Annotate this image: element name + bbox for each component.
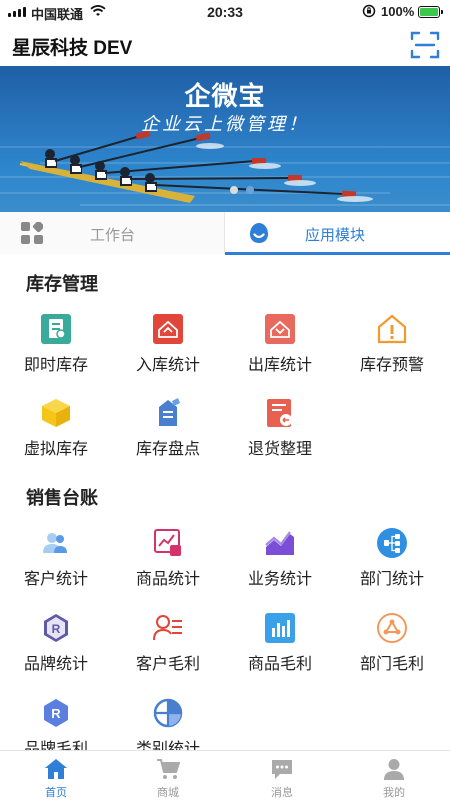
cart-icon: [157, 759, 180, 779]
rotation-lock-icon: [362, 4, 376, 21]
module-label: 入库统计: [135, 357, 200, 374]
section-title-sales: 销售台账: [26, 488, 98, 508]
module-label: 部门毛利: [359, 656, 424, 673]
module-tabs: 工作台 应用模块: [0, 212, 450, 255]
status-bar: 中国联通 20:33 100%: [0, 0, 450, 24]
module-label: 退货整理: [247, 441, 312, 458]
module-label: 库存预警: [359, 357, 424, 374]
svg-text:R: R: [51, 706, 61, 721]
banner-dot: [246, 186, 254, 194]
module-brand-stats[interactable]: R 品牌统计: [0, 612, 112, 692]
scan-icon[interactable]: [410, 30, 440, 60]
department-profit-icon: [377, 613, 407, 643]
page-title: 星辰科技 DEV: [12, 38, 133, 59]
module-label: 库存盘点: [135, 441, 200, 458]
module-inbound-stats[interactable]: 入库统计: [112, 313, 224, 393]
module-label: 品牌统计: [23, 656, 88, 673]
module-label: 即时库存: [23, 357, 88, 374]
banner-dot-active: [230, 186, 238, 194]
module-category-stats[interactable]: 类别统计: [112, 697, 224, 750]
module-label: 客户毛利: [135, 656, 200, 673]
grid-icon: [21, 222, 43, 244]
module-label: 商品毛利: [247, 656, 312, 673]
module-label: 品牌毛利: [23, 741, 88, 750]
svg-text:R: R: [52, 622, 61, 636]
cloud-smile-icon: [250, 223, 268, 243]
module-stock-warning[interactable]: 库存预警: [336, 313, 448, 393]
module-label: 客户统计: [23, 571, 88, 588]
department-icon: [377, 528, 407, 558]
tabbar-label: 消息: [271, 787, 293, 799]
module-label: 类别统计: [135, 741, 200, 750]
tab-workbench[interactable]: 工作台: [0, 212, 225, 254]
message-icon: [272, 760, 292, 779]
modules-content[interactable]: 库存管理 即时库存 入库统计 出库统计 库存预警 虚拟库存 库存盘点 退货整理 …: [0, 255, 450, 750]
virtual-box-icon: [42, 399, 70, 427]
battery-percent: 100%: [381, 4, 415, 19]
nav-bar: 星辰科技 DEV: [0, 24, 450, 66]
bottom-tab-bar: 首页 商城 消息 我的: [0, 750, 450, 800]
promo-banner[interactable]: 企微宝 企业云上微管理！: [0, 66, 450, 212]
tabbar-label: 商城: [157, 787, 179, 799]
banner-logo: 企微宝: [184, 81, 266, 111]
brand-icon: R: [44, 614, 68, 642]
module-virtual-stock[interactable]: 虚拟库存: [0, 397, 112, 477]
outbound-icon: [265, 314, 295, 344]
tab-label: 工作台: [90, 227, 136, 244]
module-goods-profit[interactable]: 商品毛利: [224, 612, 336, 692]
module-instant-stock[interactable]: 即时库存: [0, 313, 112, 393]
tab-app-modules[interactable]: 应用模块: [225, 212, 450, 255]
module-department-profit[interactable]: 部门毛利: [336, 612, 448, 692]
home-icon: [45, 759, 67, 779]
module-label: 出库统计: [247, 357, 312, 374]
tabbar-mine[interactable]: 我的: [338, 751, 450, 800]
battery-icon: [418, 6, 443, 18]
tabbar-home[interactable]: 首页: [0, 751, 112, 800]
customer-profit-icon: [153, 615, 182, 641]
module-return-sorting[interactable]: 退货整理: [224, 397, 336, 477]
module-customer-stats[interactable]: 客户统计: [0, 527, 112, 607]
brand-profit-icon: R: [44, 699, 68, 727]
return-icon: [267, 399, 292, 427]
module-label: 虚拟库存: [23, 441, 88, 458]
tabbar-label: 首页: [45, 787, 67, 799]
goods-chart-icon: [154, 529, 181, 556]
tabbar-messages[interactable]: 消息: [226, 751, 338, 800]
stocktake-icon: [159, 398, 180, 426]
module-label: 业务统计: [247, 571, 312, 588]
business-chart-icon: [265, 531, 294, 555]
module-goods-stats[interactable]: 商品统计: [112, 527, 224, 607]
banner-slogan: 企业云上微管理！: [141, 114, 309, 135]
module-brand-profit[interactable]: R 品牌毛利: [0, 697, 112, 750]
module-label: 商品统计: [135, 571, 200, 588]
warning-house-icon: [377, 314, 407, 344]
tab-label: 应用模块: [305, 227, 366, 244]
customers-icon: [43, 533, 67, 553]
goods-profit-icon: [265, 613, 295, 643]
module-business-stats[interactable]: 业务统计: [224, 527, 336, 607]
module-department-stats[interactable]: 部门统计: [336, 527, 448, 607]
module-customer-profit[interactable]: 客户毛利: [112, 612, 224, 692]
tabbar-mall[interactable]: 商城: [112, 751, 224, 800]
module-stocktake[interactable]: 库存盘点: [112, 397, 224, 477]
user-icon: [384, 759, 404, 780]
module-label: 部门统计: [359, 571, 424, 588]
module-outbound-stats[interactable]: 出库统计: [224, 313, 336, 393]
instant-stock-icon: [41, 314, 71, 344]
tabbar-label: 我的: [383, 787, 405, 799]
category-icon: [153, 698, 183, 728]
inbound-icon: [153, 314, 183, 344]
section-title-inventory: 库存管理: [26, 274, 98, 294]
